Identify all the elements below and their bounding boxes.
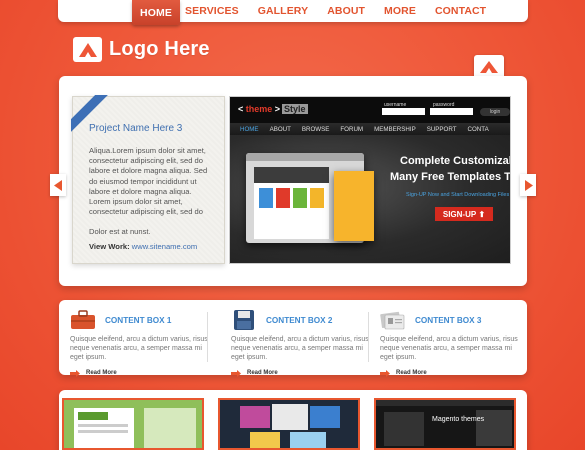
content-box-title: CONTENT BOX 2 bbox=[266, 315, 333, 325]
arrow-right-icon bbox=[524, 179, 533, 191]
content-box-1: CONTENT BOX 1 Quisque eleifend, arcu a d… bbox=[70, 310, 210, 377]
view-work-label: View Work: bbox=[89, 242, 130, 251]
briefcase-icon bbox=[71, 310, 95, 329]
content-box-3: CONTENT BOX 3 Quisque eleifend, arcu a d… bbox=[380, 310, 520, 377]
arrow-right-icon bbox=[70, 369, 80, 377]
read-more-link[interactable]: Read More bbox=[231, 369, 371, 377]
nav-gallery[interactable]: GALLERY bbox=[258, 5, 308, 17]
preview-nav-item: MEMBERSHIP bbox=[374, 125, 416, 133]
project-paragraph-2: Dolor est at nunst. bbox=[89, 227, 151, 237]
triangle-logo-icon bbox=[73, 37, 102, 62]
gallery-thumb-1[interactable] bbox=[62, 398, 204, 450]
preview-password-field bbox=[430, 108, 473, 115]
top-navigation: HOME SERVICES GALLERY ABOUT MORE CONTACT bbox=[58, 0, 528, 25]
nav-about[interactable]: ABOUT bbox=[327, 5, 365, 17]
content-box-text: Quisque eleifend, arcu a dictum varius, … bbox=[70, 336, 208, 362]
gallery-panel: Magento themes bbox=[59, 390, 527, 450]
nav-more[interactable]: MORE bbox=[384, 5, 416, 17]
preview-promo-line-2: Many Free Templates To Cho bbox=[390, 171, 511, 183]
view-work-link[interactable]: www.sitename.com bbox=[132, 242, 197, 251]
arrow-right-icon bbox=[380, 369, 390, 377]
arrow-left-icon bbox=[53, 179, 62, 191]
browser-mockup-secondary bbox=[334, 171, 374, 241]
id-cards-icon bbox=[380, 311, 405, 330]
content-box-title: CONTENT BOX 1 bbox=[105, 315, 172, 325]
divider bbox=[368, 312, 369, 362]
project-description-card: Project Name Here 3 Aliqua.Lorem ipsum d… bbox=[71, 95, 225, 264]
preview-header: < theme > Style username password login bbox=[230, 97, 510, 123]
arrow-right-icon bbox=[231, 369, 241, 377]
preview-promo-line-1: Complete Customizable We bbox=[400, 155, 510, 167]
preview-nav-item: HOME bbox=[240, 125, 259, 133]
preview-signup-button: SIGN-UP ⬆ bbox=[435, 207, 493, 221]
preview-nav-item: SUPPORT bbox=[426, 125, 457, 133]
project-description: Aliqua.Lorem ipsum dolor sit amet, conse… bbox=[89, 146, 214, 238]
preview-username-field bbox=[382, 108, 425, 115]
gallery-thumb-2[interactable] bbox=[218, 398, 360, 450]
view-work: View Work: www.sitename.com bbox=[89, 242, 197, 251]
preview-nav-item: CONTA bbox=[467, 125, 489, 133]
content-box-2: CONTENT BOX 2 Quisque eleifend, arcu a d… bbox=[231, 310, 371, 377]
nav-services[interactable]: SERVICES bbox=[185, 5, 239, 17]
divider bbox=[207, 312, 208, 362]
preview-logo: < theme > Style bbox=[238, 104, 308, 114]
project-screenshot[interactable]: < theme > Style username password login H… bbox=[229, 96, 511, 264]
preview-promo-line-3: Sign-UP Now and Start Downloading Files bbox=[406, 192, 510, 198]
preview-login-button: login bbox=[480, 108, 510, 116]
corner-ribbon bbox=[71, 95, 109, 133]
floppy-disk-icon bbox=[234, 310, 254, 330]
slider-prev-button[interactable] bbox=[50, 174, 66, 196]
slider-next-button[interactable] bbox=[520, 174, 536, 196]
content-box-title: CONTENT BOX 3 bbox=[415, 315, 482, 325]
project-paragraph-1: Aliqua.Lorem ipsum dolor sit amet, conse… bbox=[89, 146, 208, 217]
preview-nav-item: ABOUT bbox=[269, 125, 291, 133]
read-more-link[interactable]: Read More bbox=[70, 369, 210, 377]
preview-nav-item: BROWSE bbox=[301, 125, 330, 133]
preview-nav-item: FORUM bbox=[340, 125, 364, 133]
nav-home[interactable]: HOME bbox=[132, 0, 180, 25]
logo-text: Logo Here bbox=[109, 38, 210, 60]
nav-contact[interactable]: CONTACT bbox=[435, 5, 486, 17]
arrow-up-icon: ⬆ bbox=[478, 209, 486, 219]
read-more-link[interactable]: Read More bbox=[380, 369, 520, 377]
preview-body: Complete Customizable We Many Free Templ… bbox=[230, 135, 511, 263]
site-logo[interactable]: Logo Here bbox=[73, 37, 210, 62]
content-box-text: Quisque eleifend, arcu a dictum varius, … bbox=[380, 336, 518, 362]
content-boxes-panel: CONTENT BOX 1 Quisque eleifend, arcu a d… bbox=[59, 300, 527, 377]
gallery-thumb-caption: Magento themes bbox=[432, 416, 485, 423]
content-box-text: Quisque eleifend, arcu a dictum varius, … bbox=[231, 336, 369, 362]
gallery-thumb-3[interactable]: Magento themes bbox=[374, 398, 516, 450]
preview-nav: HOME ABOUT BROWSE FORUM MEMBERSHIP SUPPO… bbox=[230, 123, 510, 135]
